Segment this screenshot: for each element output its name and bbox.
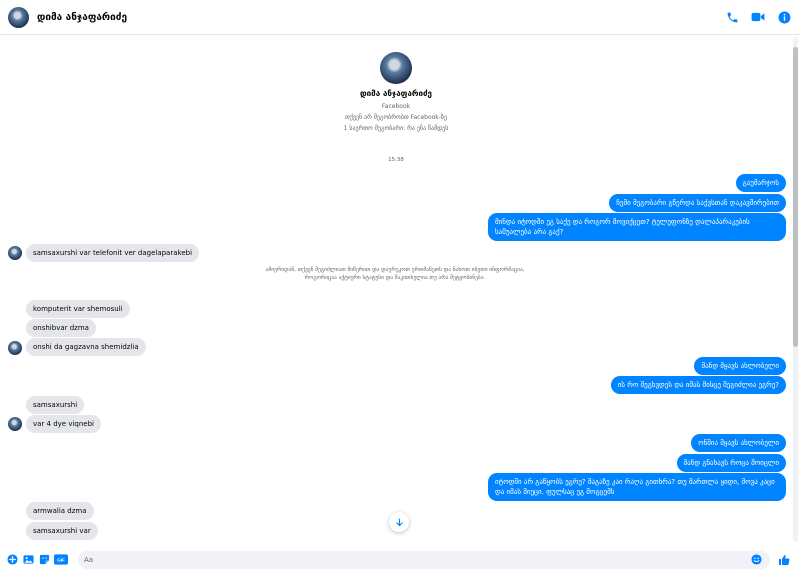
conversation-header: დიმა ანჯაფარიძე — [0, 0, 800, 35]
incoming-message[interactable]: onshi da gagzavna shemidzlia — [26, 338, 146, 356]
sticker-icon[interactable] — [38, 554, 50, 566]
incoming-message[interactable]: samsaxurshi var — [26, 522, 98, 540]
outgoing-message[interactable]: ის რო შეგხვდეს და იმას მისცე შეგიძლია ეგ… — [610, 376, 786, 394]
message-input[interactable] — [84, 555, 748, 564]
scroll-to-bottom-button[interactable] — [389, 512, 409, 532]
message-composer: GIF — [0, 546, 800, 573]
incoming-message[interactable]: komputerit var shemosuli — [26, 300, 130, 318]
gif-icon[interactable]: GIF — [54, 554, 68, 566]
outgoing-message[interactable]: გაუმარჯოს — [735, 174, 786, 192]
outgoing-message[interactable]: მანდ გნახავს როცა მოიცლი — [676, 454, 786, 472]
incoming-message[interactable]: samsaxurshi — [26, 396, 85, 414]
profile-friend-status: თქვენ არ მეგობრობთ Facebook-ზე — [345, 114, 447, 121]
message-input-wrapper — [78, 550, 770, 569]
contact-avatar-small[interactable] — [8, 341, 22, 355]
contact-avatar[interactable] — [8, 6, 29, 28]
outgoing-message[interactable]: იტოდში არ გაწყობს ეგრე? მაგაზე კაი რაღა … — [488, 473, 786, 501]
incoming-message[interactable]: samsaxurshi var telefonit ver dagelapara… — [26, 244, 200, 262]
incoming-message[interactable]: var 4 dye viqnebi — [26, 415, 101, 433]
contact-name[interactable]: დიმა ანჯაფარიძე — [37, 12, 127, 23]
outgoing-message[interactable]: ონშია მყავს ახლობელი — [691, 434, 786, 452]
profile-mutual-friends: 1 საერთო მეგობარი: რა ენა წამდეს — [343, 125, 449, 132]
profile-name[interactable]: დიმა ანჯაფარიძე — [0, 89, 792, 98]
arrow-down-icon — [395, 518, 403, 526]
messenger-window: დიმა ანჯაფარიძე დიმა ანჯაფარიძე Facebook… — [0, 0, 800, 573]
contact-avatar-small[interactable] — [8, 417, 22, 431]
outgoing-message[interactable]: მანდ მყავს ახლობელი — [694, 357, 786, 375]
video-icon[interactable] — [750, 9, 766, 25]
profile-avatar[interactable] — [380, 52, 412, 84]
outgoing-message[interactable]: ჩემი მეგობარი გწერდა საქვსთან დაკავშირებ… — [609, 194, 786, 212]
profile-platform: Facebook — [381, 103, 411, 110]
scrollbar-thumb[interactable] — [793, 47, 798, 347]
emoji-icon[interactable] — [750, 554, 762, 566]
phone-icon[interactable] — [724, 9, 740, 25]
plus-icon[interactable] — [6, 554, 18, 566]
header-actions — [724, 9, 792, 25]
like-icon[interactable] — [778, 554, 790, 566]
connection-notice: ამიერიდან, თქვენ შეგიძლიათ მიწერით და და… — [265, 267, 525, 281]
outgoing-message[interactable]: მინდა იტოდში ეგ საქე და როგორ მოვიქცეთ? … — [488, 213, 786, 241]
message-timestamp: 15:38 — [388, 157, 404, 163]
incoming-message[interactable]: armwalia dzma — [26, 502, 94, 520]
image-icon[interactable] — [22, 554, 34, 566]
svg-text:GIF: GIF — [57, 557, 65, 562]
contact-avatar-small[interactable] — [8, 246, 22, 260]
contact-profile-card: დიმა ანჯაფარიძე Facebook თქვენ არ მეგობრ… — [0, 52, 792, 132]
message-scrollbar[interactable] — [793, 37, 798, 542]
incoming-message[interactable]: onshibvar dzma — [26, 319, 96, 337]
info-icon[interactable] — [776, 9, 792, 25]
